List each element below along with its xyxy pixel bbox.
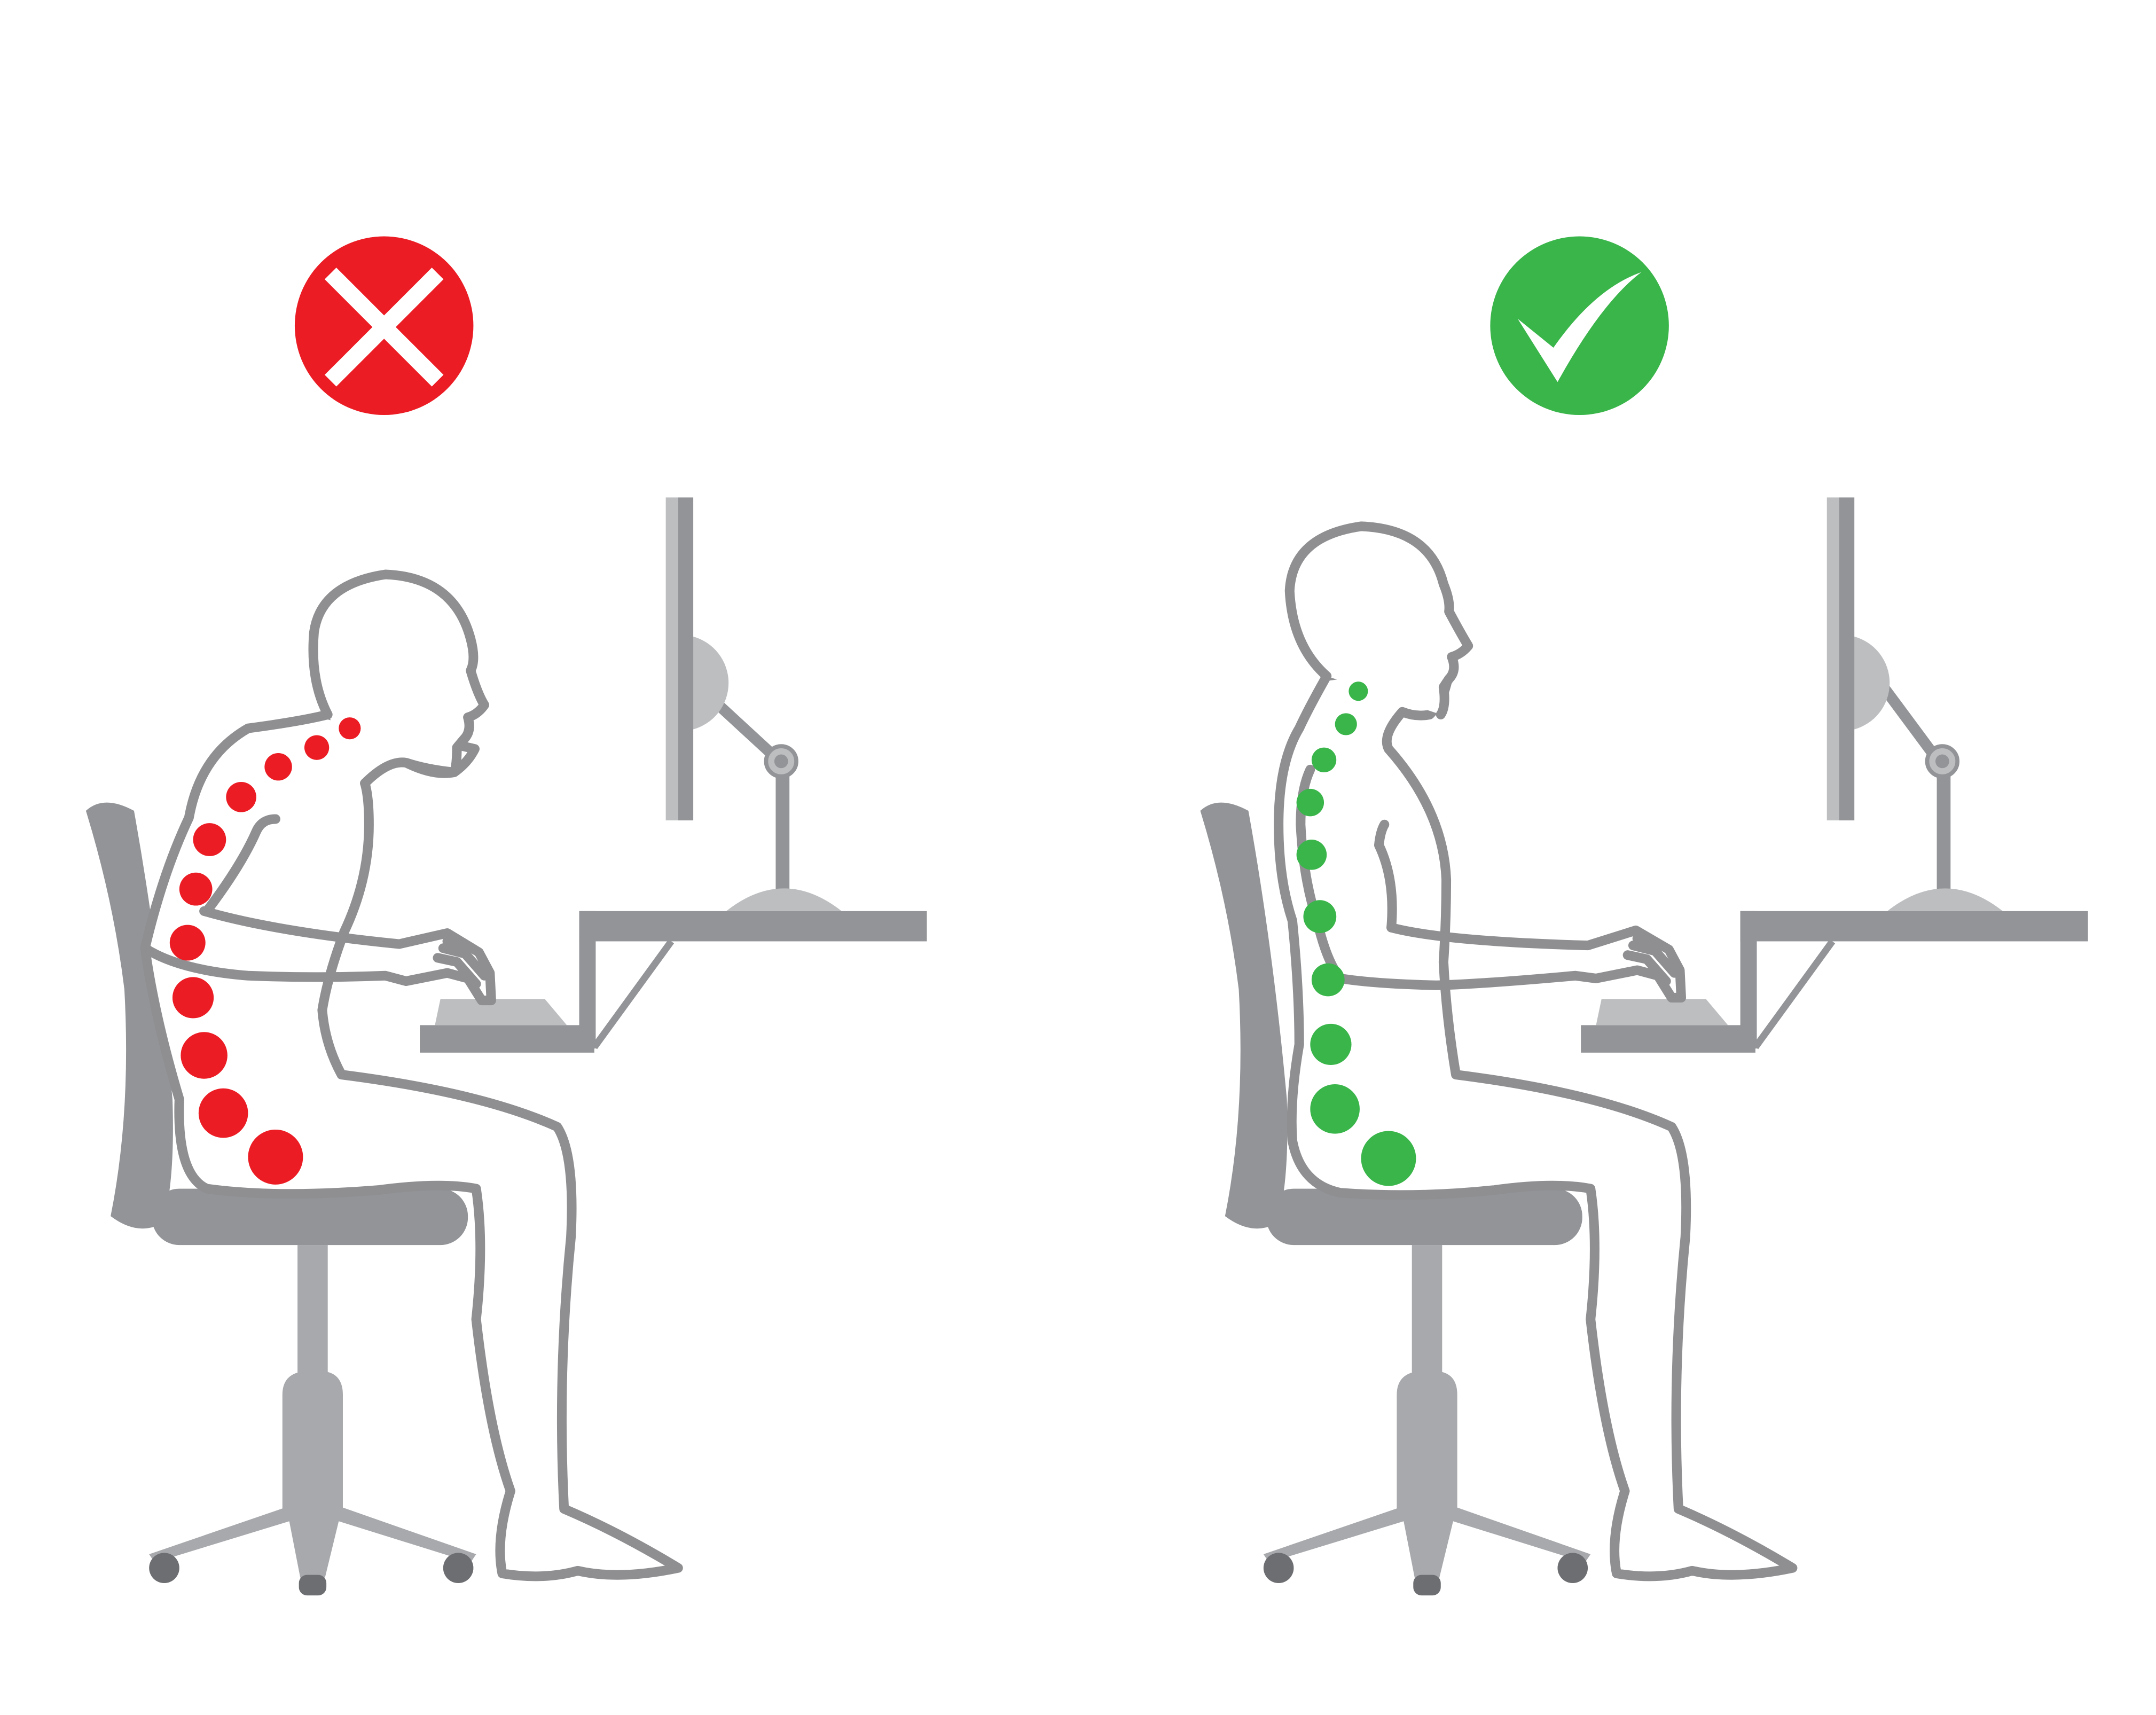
monitor-screen-edge xyxy=(665,497,678,821)
spine-vertebra-dot xyxy=(264,753,292,781)
spine-vertebra-dot xyxy=(1361,1131,1416,1186)
monitor-screen xyxy=(678,497,694,821)
chair-column xyxy=(297,1245,328,1383)
spine-vertebra-dot xyxy=(1311,963,1345,997)
chair-column xyxy=(1412,1245,1442,1383)
keyboard xyxy=(435,999,567,1025)
monitor-joint-center xyxy=(774,754,788,769)
spine-vertebra-dot xyxy=(1310,1084,1360,1134)
spine-vertebra-dot xyxy=(1335,713,1357,735)
panel-incorrect-posture xyxy=(85,236,927,1596)
chair-wheel xyxy=(1263,1553,1294,1583)
spine-vertebra-dot xyxy=(179,872,213,906)
spine-vertebra-dot xyxy=(1303,900,1337,934)
monitor-screen-edge xyxy=(1826,497,1839,821)
spine-vertebra-dot xyxy=(304,735,330,760)
spine-vertebra-dot xyxy=(193,823,226,856)
spine-vertebra-dot xyxy=(226,781,256,812)
spine-vertebra-dot xyxy=(1311,747,1337,772)
monitor-screen xyxy=(1839,497,1855,821)
monitor-joint-center xyxy=(1935,754,1949,769)
spine-vertebra-dot xyxy=(248,1129,303,1185)
desk-brace xyxy=(591,939,675,1050)
keyboard-tray xyxy=(420,1025,594,1053)
panel-correct-posture xyxy=(1200,236,2088,1596)
desk-brace xyxy=(1752,939,1836,1050)
chair-wheel xyxy=(1413,1575,1441,1596)
correct-badge xyxy=(1490,236,1669,416)
keyboard xyxy=(1596,999,1728,1025)
chair-base-legs xyxy=(149,1506,476,1578)
monitor-right xyxy=(1826,497,2003,911)
person-slouched xyxy=(140,569,683,1581)
posture-comparison-illustration xyxy=(85,236,2088,1596)
incorrect-badge xyxy=(294,236,474,416)
chair-gas-cylinder xyxy=(1397,1371,1457,1509)
chair-backrest xyxy=(1200,802,1288,1229)
spine-vertebra-dot xyxy=(1296,840,1327,870)
chair-gas-cylinder xyxy=(282,1371,343,1509)
chair-wheel xyxy=(299,1575,327,1596)
monitor-base xyxy=(726,888,842,911)
desk-top xyxy=(579,911,927,942)
keyboard-tray xyxy=(1581,1025,1755,1053)
chair-wheel xyxy=(149,1553,179,1583)
desk-left xyxy=(420,911,927,1053)
monitor-mount-hub xyxy=(1853,636,1890,730)
monitor-base xyxy=(1887,888,2003,911)
spine-vertebra-dot xyxy=(169,925,206,961)
spine-vertebra-dot xyxy=(181,1032,228,1079)
spine-vertebra-dot xyxy=(172,977,214,1019)
chair-wheel xyxy=(443,1553,474,1583)
spine-vertebra-dot xyxy=(1349,682,1368,701)
monitor-left xyxy=(665,497,842,911)
spine-vertebra-dot xyxy=(1310,1023,1352,1066)
spine-vertebra-dot xyxy=(1296,788,1324,817)
monitor-stand-pole xyxy=(1937,765,1951,895)
spine-vertebra-dot xyxy=(339,717,361,740)
chair-wheel xyxy=(1557,1553,1588,1583)
spine-vertebra-dot xyxy=(198,1088,248,1138)
desk-top xyxy=(1740,911,2088,942)
monitor-stand-pole xyxy=(775,765,790,895)
chair-base-legs xyxy=(1263,1506,1591,1578)
